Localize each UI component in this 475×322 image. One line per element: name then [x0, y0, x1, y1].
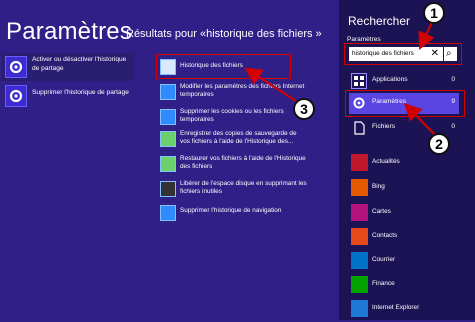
arrow-2: [403, 102, 438, 138]
arrow-3: [244, 67, 297, 102]
annotation-arrows: [244, 21, 438, 138]
annotation-badge-1: 1: [423, 2, 445, 24]
annotation-badge-3: 3: [293, 98, 315, 120]
arrow-1: [418, 21, 435, 50]
annotation-badge-2: 2: [428, 133, 450, 155]
